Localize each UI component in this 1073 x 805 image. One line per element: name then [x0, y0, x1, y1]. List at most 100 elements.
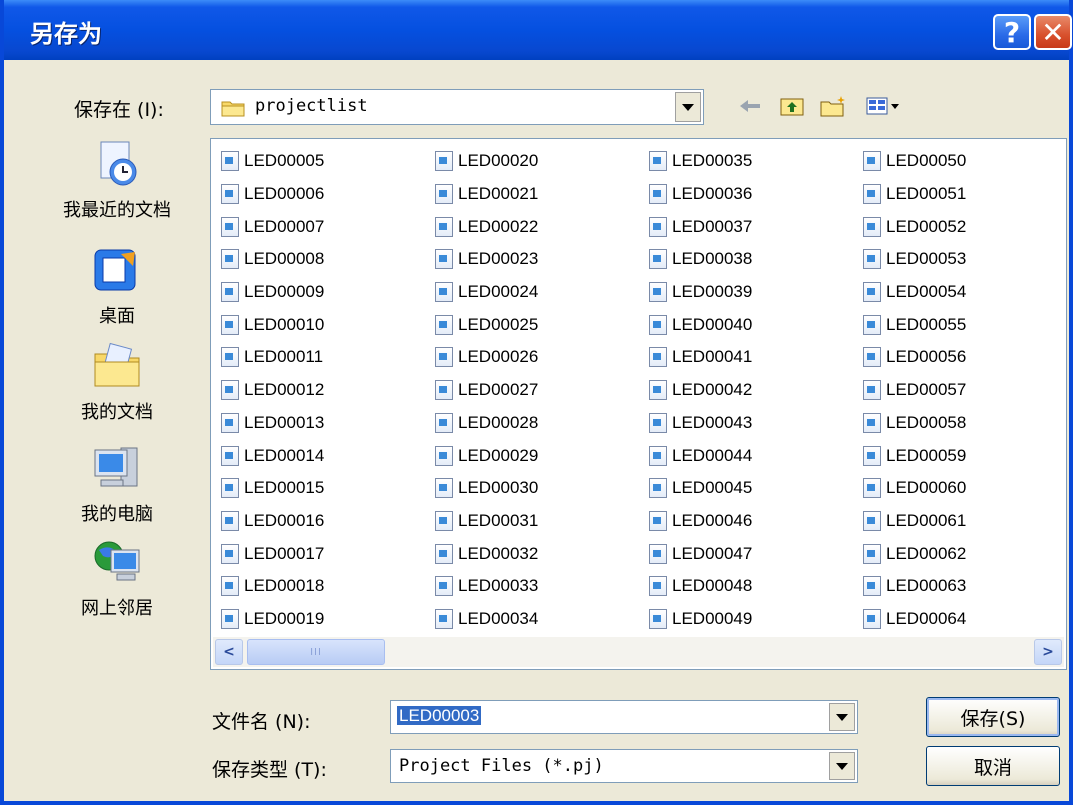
horizontal-scrollbar[interactable]: < III >	[213, 637, 1064, 667]
file-item[interactable]: LED00019	[221, 603, 324, 636]
file-list[interactable]: LED00005 LED00006 LED00007 LED00008 LED00009…	[210, 138, 1067, 670]
file-item[interactable]: LED00022	[435, 210, 538, 243]
file-item[interactable]: LED00026	[435, 341, 538, 374]
file-item[interactable]: LED00062	[863, 537, 966, 570]
file-item[interactable]: LED00021	[435, 178, 538, 211]
up-folder-button[interactable]	[776, 92, 808, 120]
place-my-documents[interactable]: 我的文档	[32, 340, 202, 424]
file-item[interactable]: LED00054	[863, 276, 966, 309]
file-item[interactable]: LED00040	[649, 308, 752, 341]
file-item[interactable]: LED00011	[221, 341, 324, 374]
file-item[interactable]: LED00024	[435, 276, 538, 309]
file-item[interactable]: LED00032	[435, 537, 538, 570]
file-item[interactable]: LED00010	[221, 308, 324, 341]
file-item[interactable]: LED00009	[221, 276, 324, 309]
save-in-combo[interactable]: projectlist	[210, 89, 704, 125]
place-my-computer[interactable]: 我的电脑	[32, 442, 202, 526]
file-item[interactable]: LED00034	[435, 603, 538, 636]
file-item[interactable]: LED00037	[649, 210, 752, 243]
file-name: LED00054	[886, 282, 967, 302]
file-item[interactable]: LED00051	[863, 178, 966, 211]
file-item[interactable]: LED00023	[435, 243, 538, 276]
save-button[interactable]: 保存(S)	[926, 697, 1060, 737]
file-item[interactable]: LED00055	[863, 308, 966, 341]
filetype-dropdown-arrow[interactable]	[829, 752, 855, 780]
file-item[interactable]: LED00016	[221, 505, 324, 538]
file-item[interactable]: LED00030	[435, 472, 538, 505]
scroll-right-button[interactable]: >	[1034, 639, 1062, 665]
file-item[interactable]: LED00020	[435, 145, 538, 178]
file-item[interactable]: LED00005	[221, 145, 324, 178]
place-recent-documents[interactable]: 我最近的文档	[32, 138, 202, 222]
filename-dropdown-arrow[interactable]	[829, 703, 855, 731]
project-file-icon	[649, 510, 667, 531]
filename-value-wrap: LED00003	[397, 706, 482, 726]
back-button[interactable]	[734, 92, 766, 120]
file-item[interactable]: LED00042	[649, 374, 752, 407]
file-item[interactable]: LED00038	[649, 243, 752, 276]
file-item[interactable]: LED00047	[649, 537, 752, 570]
file-item[interactable]: LED00045	[649, 472, 752, 505]
file-item[interactable]: LED00058	[863, 407, 966, 440]
file-item[interactable]: LED00014	[221, 439, 324, 472]
file-item[interactable]: LED00031	[435, 505, 538, 538]
file-item[interactable]: LED00044	[649, 439, 752, 472]
file-item[interactable]: LED00064	[863, 603, 966, 636]
file-item[interactable]: LED00057	[863, 374, 966, 407]
filename-combo[interactable]: LED00003	[390, 700, 858, 734]
file-item[interactable]: LED00046	[649, 505, 752, 538]
place-label: 我最近的文档	[63, 200, 171, 221]
close-button[interactable]: ✕	[1034, 14, 1072, 50]
file-item[interactable]: LED00061	[863, 505, 966, 538]
project-file-icon	[863, 608, 881, 629]
help-button[interactable]: ?	[993, 14, 1031, 50]
file-item[interactable]: LED00049	[649, 603, 752, 636]
file-name: LED00042	[672, 380, 753, 400]
file-item[interactable]: LED00053	[863, 243, 966, 276]
file-item[interactable]: LED00043	[649, 407, 752, 440]
file-item[interactable]: LED00018	[221, 570, 324, 603]
new-folder-button[interactable]	[816, 92, 852, 120]
scroll-left-button[interactable]: <	[215, 639, 243, 665]
filename-input[interactable]: LED00003	[397, 706, 482, 725]
save-in-dropdown-arrow[interactable]	[675, 92, 701, 122]
my-documents-icon	[94, 342, 140, 387]
project-file-icon	[435, 184, 453, 205]
save-button-label: 保存(S)	[960, 707, 1026, 730]
file-name: LED00057	[886, 380, 967, 400]
file-item[interactable]: LED00006	[221, 178, 324, 211]
place-network[interactable]: 网上邻居	[32, 536, 202, 620]
file-name: LED00037	[672, 216, 753, 236]
file-item[interactable]: LED00008	[221, 243, 324, 276]
place-desktop[interactable]: 桌面	[32, 244, 202, 328]
filetype-combo[interactable]: Project Files (*.pj)	[390, 749, 858, 783]
file-item[interactable]: LED00039	[649, 276, 752, 309]
file-item[interactable]: LED00013	[221, 407, 324, 440]
title-bar[interactable]: 另存为 ? ✕	[4, 0, 1072, 60]
file-item[interactable]: LED00041	[649, 341, 752, 374]
file-item[interactable]: LED00029	[435, 439, 538, 472]
file-item[interactable]: LED00015	[221, 472, 324, 505]
file-item[interactable]: LED00056	[863, 341, 966, 374]
file-item[interactable]: LED00036	[649, 178, 752, 211]
file-item[interactable]: LED00017	[221, 537, 324, 570]
file-item[interactable]: LED00059	[863, 439, 966, 472]
file-item[interactable]: LED00050	[863, 145, 966, 178]
project-file-icon	[649, 608, 667, 629]
project-file-icon	[435, 249, 453, 270]
cancel-button[interactable]: 取消	[926, 746, 1060, 786]
file-item[interactable]: LED00048	[649, 570, 752, 603]
file-item[interactable]: LED00063	[863, 570, 966, 603]
chevron-down-icon	[836, 713, 848, 721]
file-item[interactable]: LED00033	[435, 570, 538, 603]
file-item[interactable]: LED00035	[649, 145, 752, 178]
scroll-thumb[interactable]: III	[247, 639, 385, 665]
file-item[interactable]: LED00025	[435, 308, 538, 341]
file-item[interactable]: LED00012	[221, 374, 324, 407]
file-item[interactable]: LED00060	[863, 472, 966, 505]
file-item[interactable]: LED00052	[863, 210, 966, 243]
file-item[interactable]: LED00027	[435, 374, 538, 407]
file-item[interactable]: LED00007	[221, 210, 324, 243]
view-menu-button[interactable]	[862, 92, 906, 120]
file-item[interactable]: LED00028	[435, 407, 538, 440]
